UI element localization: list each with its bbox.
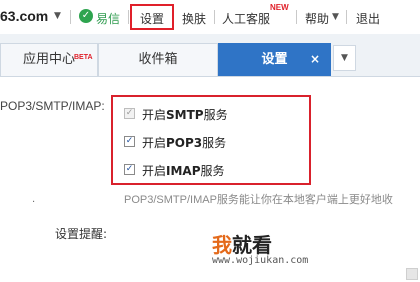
brand-dropdown-icon[interactable]: ▼ [54,11,61,21]
nav-divider [214,10,215,24]
scrollbar-corner [406,268,418,280]
service-description: POP3/SMTP/IMAP服务能让你在本地客户端上更好地收 [124,194,393,206]
help-dropdown-icon[interactable]: ▼ [332,12,339,22]
top-nav-bar: 63.com ▼ ✓ 易信 设置 换肤 人工客服 NEW 帮助 ▼ 退出 [0,0,420,35]
settings-panel: POP3/SMTP/IMAP: ✓ 开启SMTP服务 ✓ 开启POP3服务 ✓ … [0,77,420,282]
nav-divider [296,10,297,24]
tab-dropdown-button[interactable]: ▼ [333,45,356,71]
imap-option-label: 开启IMAP服务 [142,164,225,178]
tab-label: 设置 [261,52,288,67]
tab-app-center[interactable]: 应用中心 BETA [0,43,98,76]
settings-highlight-frame [130,4,174,30]
nav-divider [346,10,347,24]
tab-settings[interactable]: 设置 × [218,43,331,76]
nav-divider [128,10,129,24]
new-badge: NEW [270,3,289,12]
skin-link[interactable]: 换肤 [182,10,206,27]
protocol-label: POP3/SMTP/IMAP: [0,99,105,113]
yixin-link[interactable]: 易信 [96,10,120,27]
reminder-label: 设置提醒: [55,227,108,241]
brand-logo-text[interactable]: 63.com [0,8,48,24]
beta-badge: BETA [74,54,93,61]
watermark-logo: 我就看 [212,233,272,257]
nav-divider [70,10,71,24]
smtp-checkbox[interactable]: ✓ [124,108,135,119]
help-link[interactable]: 帮助 [305,10,329,27]
customer-service-link[interactable]: 人工客服 [222,10,270,27]
smtp-option-label: 开启SMTP服务 [142,108,228,122]
watermark-url: www.wojiukan.com [212,255,309,266]
logout-link[interactable]: 退出 [356,10,380,27]
chevron-down-icon: ▼ [341,53,348,63]
close-icon[interactable]: × [310,44,320,75]
tab-label: 收件箱 [138,52,178,67]
tab-bar: 应用中心 BETA 收件箱 设置 × [0,34,420,77]
tab-inbox[interactable]: 收件箱 [98,43,218,76]
bullet-dot: · [32,197,36,208]
imap-checkbox[interactable]: ✓ [124,164,135,175]
pop3-option-label: 开启POP3服务 [142,136,227,150]
yixin-icon[interactable]: ✓ [79,9,93,23]
tab-label: 应用中心 [22,52,75,67]
pop3-checkbox[interactable]: ✓ [124,136,135,147]
